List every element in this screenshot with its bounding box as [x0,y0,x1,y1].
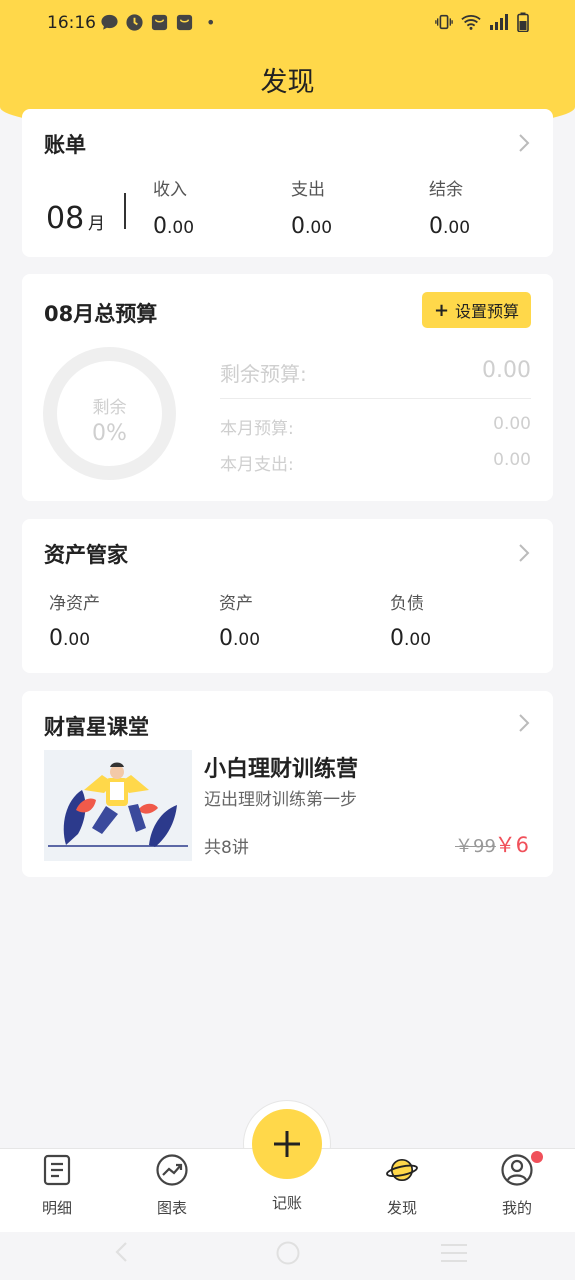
month-budget-value: 0.00 [493,414,531,434]
bill-month-unit: 月 [88,214,105,234]
page-title: 发现 [260,67,315,98]
message-icon [101,14,118,30]
ring-percent: 0% [92,421,127,446]
tab-details[interactable]: 明细 [17,1153,97,1221]
course-sale-price: ￥6 [494,833,529,857]
expense-value: 0.00 [291,214,333,239]
more-notifications-dot: • [206,13,216,32]
tab-add-label: 记账 [271,1194,302,1212]
course-illustration [44,750,192,861]
shopping-bag-icon [176,14,193,31]
battery-icon [517,12,529,32]
bill-card[interactable]: 账单 08 月 收入 0.00 支出 0.00 结余 0.00 [22,109,553,257]
set-budget-label: 设置预算 [455,302,520,321]
recents-icon[interactable] [440,1242,468,1264]
month-budget-label: 本月预算: [220,419,294,439]
asset-label: 资产 [219,594,253,614]
tab-discover[interactable]: 发现 [362,1153,442,1221]
chevron-right-icon[interactable] [517,713,531,733]
add-record-button[interactable] [252,1109,322,1179]
list-detail-icon [43,1154,71,1186]
bill-card-title: 账单 [44,133,86,157]
debt-stat: 负债 0.00 [390,589,431,651]
month-expense-label: 本月支出: [220,455,294,475]
income-value: 0.00 [153,214,195,239]
balance-label: 结余 [429,180,463,200]
income-label: 收入 [153,180,187,200]
tab-mine-label: 我的 [501,1199,532,1217]
set-budget-button[interactable]: + 设置预算 [422,292,531,328]
asset-card-title: 资产管家 [44,543,128,567]
remaining-budget-value: 0.00 [482,358,531,383]
net-asset-value: 0.00 [49,626,91,651]
shopping-bag-icon [151,14,168,31]
plus-icon [274,1131,300,1157]
balance-value: 0.00 [429,214,471,239]
expense-stat: 支出 0.00 [291,175,332,239]
planet-icon [386,1158,418,1182]
tab-discover-label: 发现 [386,1199,417,1217]
home-icon[interactable] [275,1240,301,1266]
vibrate-icon [435,14,453,30]
course-lesson-count: 共8讲 [204,838,249,858]
income-stat: 收入 0.00 [153,175,194,239]
course-original-price: ￥99 [455,836,496,857]
asset-value: 0.00 [219,626,261,651]
status-bar: 16:16 • [0,0,575,46]
wifi-icon [461,14,481,30]
bill-month: 08 [46,201,85,236]
status-time: 16:16 [47,13,96,33]
budget-ring: 剩余 0% [43,347,176,480]
tab-details-label: 明细 [41,1199,72,1217]
debt-label: 负债 [390,594,424,614]
ring-label: 剩余 [92,398,127,418]
month-divider [124,193,126,229]
plus-icon: + [433,299,450,321]
clock-app-icon [126,14,143,31]
user-icon [501,1154,533,1186]
chevron-right-icon[interactable] [517,133,531,153]
month-expense-value: 0.00 [493,450,531,470]
budget-divider [220,398,531,399]
balance-stat: 结余 0.00 [429,175,470,239]
system-nav-bar [0,1232,575,1280]
course-thumbnail[interactable] [44,750,192,861]
expense-label: 支出 [291,180,325,200]
remaining-budget-label: 剩余预算: [220,362,307,386]
budget-title: 08月总预算 [44,302,158,326]
net-asset-label: 净资产 [49,594,100,614]
course-subtitle: 迈出理财训练第一步 [204,790,357,810]
course-card[interactable]: 财富星课堂 小白理财训练营 迈出理财训练第一步 共8讲 ￥99 ￥6 [22,691,553,877]
course-section-title: 财富星课堂 [44,715,149,739]
notification-badge [531,1151,543,1163]
notification-icons: • [100,13,215,32]
back-icon[interactable] [112,1240,132,1264]
tab-charts-label: 图表 [156,1199,187,1217]
chart-trend-icon [156,1154,188,1186]
asset-stat: 资产 0.00 [219,589,260,651]
asset-manager-card[interactable]: 资产管家 净资产 0.00 资产 0.00 负债 0.00 [22,519,553,673]
tab-mine[interactable]: 我的 [477,1153,557,1221]
net-asset-stat: 净资产 0.00 [49,589,100,651]
chevron-right-icon[interactable] [517,543,531,563]
budget-card: 08月总预算 + 设置预算 剩余 0% 剩余预算: 0.00 本月预算: 0.0… [22,274,553,501]
course-name: 小白理财训练营 [204,757,359,782]
signal-icon [490,14,508,30]
tab-charts[interactable]: 图表 [132,1153,212,1221]
debt-value: 0.00 [390,626,432,651]
status-right-icons [435,12,529,32]
